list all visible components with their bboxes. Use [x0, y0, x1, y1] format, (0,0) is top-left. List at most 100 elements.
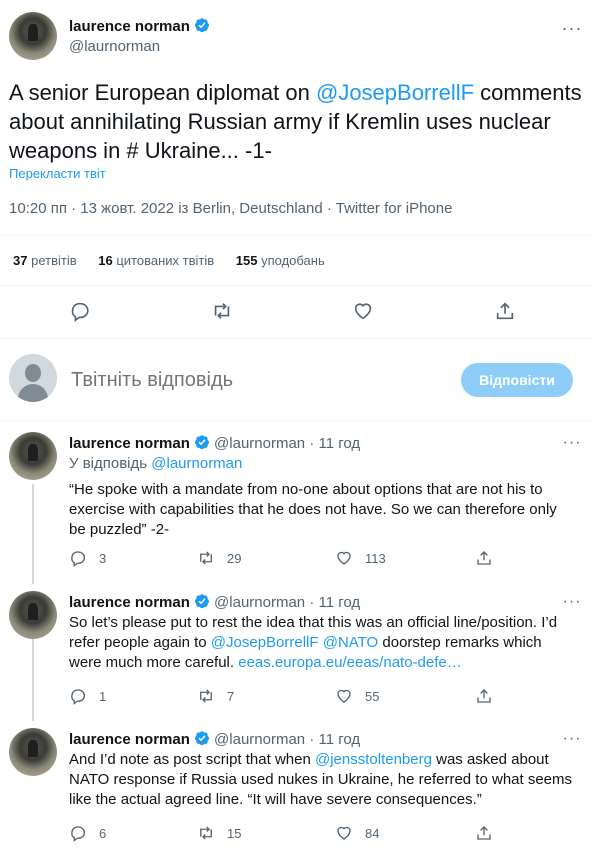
- inline-link[interactable]: @NATO: [323, 634, 379, 651]
- more-options-icon[interactable]: ···: [560, 18, 584, 38]
- like-count: 84: [365, 826, 380, 841]
- inline-link[interactable]: @JosepBorrellF: [211, 634, 319, 651]
- reply-author-avatar[interactable]: [9, 432, 57, 480]
- reply-text: “He spoke with a mandate from no-one abo…: [69, 480, 574, 540]
- mention-link[interactable]: @JosepBorrellF: [316, 80, 474, 105]
- stat-count: 155: [235, 253, 258, 268]
- like-icon[interactable]: [352, 300, 376, 324]
- stat-label: уподобань: [261, 253, 325, 268]
- reply-timestamp[interactable]: 11 год: [319, 435, 361, 452]
- separator-dot: ·: [309, 435, 315, 452]
- reply-count: 6: [99, 826, 107, 841]
- reply-icon: [71, 689, 86, 705]
- divider: [0, 235, 592, 236]
- more-options-icon[interactable]: ···: [560, 730, 584, 748]
- retweet-icon: [200, 551, 212, 565]
- inline-link[interactable]: @jensstoltenberg: [315, 751, 432, 768]
- like-icon: [337, 551, 351, 565]
- reply-author-handle[interactable]: @laurnorman: [214, 731, 305, 748]
- share-action[interactable]: [475, 549, 505, 567]
- inline-link[interactable]: eeas.europa.eu/eeas/nato-defe…: [238, 654, 462, 671]
- replying-to: У відповідь @laurnorman: [69, 455, 242, 472]
- share-action[interactable]: [475, 824, 505, 842]
- reply-actions: 1 7 55: [69, 687, 509, 707]
- reply-author-name[interactable]: laurence norman: [69, 594, 190, 611]
- verified-badge-icon: [194, 435, 209, 450]
- reply-author-name[interactable]: laurence norman: [69, 731, 190, 748]
- reply-tweet[interactable]: laurence norman @laurnorman · 11 год ···…: [0, 591, 592, 719]
- reply-icon[interactable]: [69, 300, 93, 324]
- reply-author-name[interactable]: laurence norman: [69, 435, 190, 452]
- text-segment: And I’d note as post script that when: [69, 751, 315, 768]
- author-handle[interactable]: @laurnorman: [69, 38, 160, 55]
- tweet-text: A senior European diplomat on @JosepBorr…: [9, 78, 584, 165]
- reply-actions: 3 29 113: [69, 549, 509, 569]
- author-name[interactable]: laurence norman: [69, 17, 210, 35]
- reply-text: So let’s please put to rest the idea tha…: [69, 613, 574, 673]
- author-name-text: laurence norman: [69, 18, 190, 35]
- reply-timestamp[interactable]: 11 год: [319, 594, 361, 611]
- share-icon: [477, 826, 491, 840]
- tweet-meta[interactable]: 10:20 пп · 13 жовт. 2022 із Berlin, Deut…: [9, 200, 452, 217]
- reply-text: And I’d note as post script that when @j…: [69, 750, 574, 810]
- like-action[interactable]: 55: [335, 687, 379, 705]
- like-action[interactable]: 84: [335, 824, 379, 842]
- reply-author-avatar[interactable]: [9, 591, 57, 639]
- retweet-action[interactable]: 15: [197, 824, 241, 842]
- like-count: 55: [365, 689, 380, 704]
- reply-tweet[interactable]: laurence norman @laurnorman · 11 год ···…: [0, 728, 592, 846]
- reply-icon: [71, 826, 86, 842]
- verified-badge-icon: [194, 594, 209, 609]
- divider: [0, 338, 592, 339]
- retweets-stat[interactable]: 37 ретвітів: [13, 253, 77, 268]
- retweet-count: 7: [227, 689, 235, 704]
- like-count: 113: [365, 551, 386, 566]
- more-options-icon[interactable]: ···: [560, 434, 584, 452]
- retweet-action[interactable]: 7: [197, 687, 234, 705]
- share-icon: [477, 551, 491, 565]
- reply-action[interactable]: 6: [69, 824, 106, 842]
- retweet-icon: [200, 826, 212, 840]
- user-avatar-placeholder: [9, 354, 57, 402]
- translate-tweet-link[interactable]: Перекласти твіт: [9, 166, 106, 181]
- reply-action[interactable]: 1: [69, 687, 106, 705]
- divider: [0, 285, 592, 286]
- retweet-icon[interactable]: [211, 300, 235, 324]
- separator-dot: ·: [309, 594, 315, 611]
- replying-to-link[interactable]: @laurnorman: [151, 455, 242, 472]
- reply-header: laurence norman @laurnorman · 11 год: [69, 593, 360, 611]
- reply-actions: 6 15 84: [69, 824, 509, 844]
- reply-header: laurence norman @laurnorman · 11 год: [69, 434, 360, 452]
- reply-author-handle[interactable]: @laurnorman: [214, 594, 305, 611]
- reply-button[interactable]: Відповісти: [461, 363, 573, 397]
- like-icon: [337, 826, 351, 840]
- stat-label: ретвітів: [31, 253, 77, 268]
- more-options-icon[interactable]: ···: [560, 593, 584, 611]
- share-icon: [477, 689, 491, 703]
- like-icon: [337, 689, 351, 703]
- divider: [0, 420, 592, 421]
- author-avatar[interactable]: [9, 12, 57, 60]
- quote-tweets-stat[interactable]: 16 цитованих твітів: [98, 253, 214, 268]
- retweet-action[interactable]: 29: [197, 549, 241, 567]
- reply-header: laurence norman @laurnorman · 11 год: [69, 730, 360, 748]
- reply-action[interactable]: 3: [69, 549, 106, 567]
- reply-tweet[interactable]: laurence norman @laurnorman · 11 год ···…: [0, 432, 592, 580]
- stat-label: цитованих твітів: [116, 253, 215, 268]
- reply-author-avatar[interactable]: [9, 728, 57, 776]
- retweet-count: 29: [227, 551, 242, 566]
- stat-count: 37: [13, 253, 28, 268]
- separator-dot: ·: [309, 731, 315, 748]
- like-action[interactable]: 113: [335, 549, 386, 567]
- reply-icon: [71, 551, 86, 567]
- tweet-text-part: A senior European diplomat on: [9, 80, 316, 105]
- reply-timestamp[interactable]: 11 год: [319, 731, 361, 748]
- reply-input[interactable]: [71, 369, 431, 392]
- share-icon[interactable]: [494, 300, 518, 324]
- reply-author-handle[interactable]: @laurnorman: [214, 435, 305, 452]
- share-action[interactable]: [475, 687, 505, 705]
- verified-badge-icon: [194, 731, 209, 746]
- tweet-stats: 37 ретвітів 16 цитованих твітів 155 упод…: [13, 253, 343, 268]
- reply-count: 3: [99, 551, 107, 566]
- likes-stat[interactable]: 155 уподобань: [236, 253, 325, 268]
